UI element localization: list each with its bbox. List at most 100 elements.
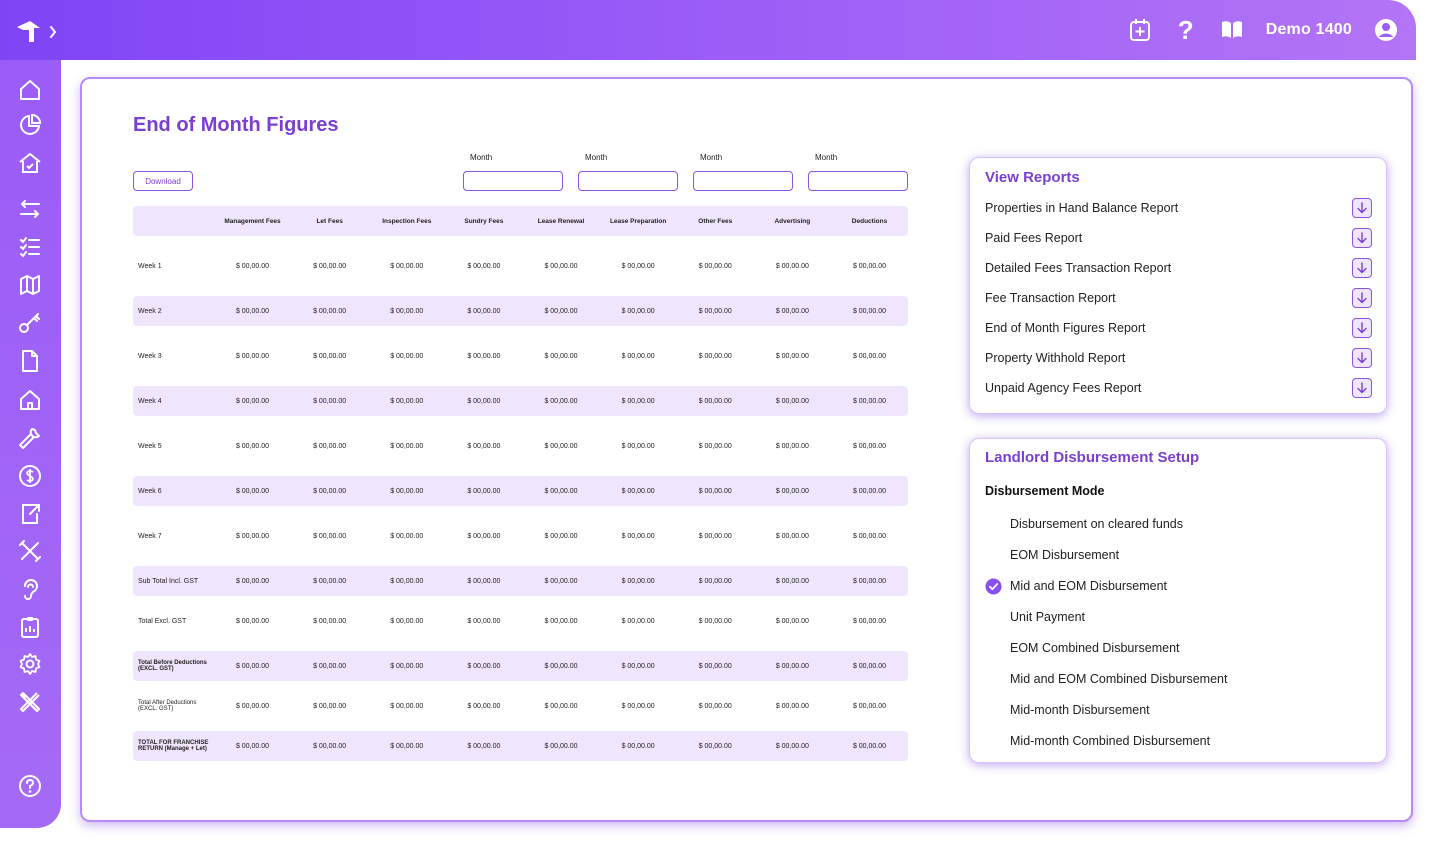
table-cell: $ 00,00.00: [390, 662, 424, 670]
house-icon[interactable]: [18, 388, 42, 412]
book-icon[interactable]: [1220, 18, 1244, 42]
disbursement-option[interactable]: Mid and EOM Combined Disbursement: [985, 670, 1227, 688]
table-cell: $ 00,00.00: [544, 397, 578, 405]
row-label: Week 7: [138, 532, 162, 540]
export-icon[interactable]: [18, 502, 42, 526]
disbursement-option[interactable]: Mid-month Combined Disbursement: [985, 732, 1210, 750]
disbursement-option[interactable]: EOM Disbursement: [985, 546, 1119, 564]
main-card: End of Month Figures Download Month Mont…: [80, 77, 1413, 822]
dollar-icon[interactable]: [18, 464, 42, 488]
user-name[interactable]: Demo 1400: [1266, 21, 1352, 39]
table-header-row: Management Fees Let Fees Inspection Fees Su…: [133, 206, 908, 236]
table-cell: $ 00,00.00: [621, 487, 655, 495]
wrench-icon[interactable]: [18, 426, 42, 450]
disbursement-option-label[interactable]: EOM Combined Disbursement: [1010, 641, 1180, 655]
report-label[interactable]: Paid Fees Report: [985, 231, 1082, 245]
table-cell: $ 00,00.00: [698, 307, 732, 315]
calendar-add-icon[interactable]: [1128, 18, 1152, 42]
help-icon[interactable]: ?: [1174, 17, 1198, 43]
disbursement-option-label[interactable]: EOM Disbursement: [1010, 548, 1119, 562]
table-cell: $ 00,00.00: [852, 702, 887, 710]
report-label[interactable]: End of Month Figures Report: [985, 321, 1146, 335]
pie-chart-icon[interactable]: [18, 113, 42, 137]
table-row: Week 7 $ 00,00.00 $ 00,00.00 $ 00,00.00 $ 00…: [133, 521, 908, 551]
column-header: Deductions: [851, 217, 888, 225]
report-label[interactable]: Fee Transaction Report: [985, 291, 1116, 305]
report-item[interactable]: Unpaid Agency Fees Report: [985, 378, 1372, 398]
unchecked-option-placeholder[interactable]: [985, 702, 1002, 719]
user-avatar-icon[interactable]: [1374, 18, 1398, 42]
unchecked-option-placeholder[interactable]: [985, 547, 1002, 564]
month-input-2[interactable]: [578, 171, 678, 191]
report-label[interactable]: Detailed Fees Transaction Report: [985, 261, 1171, 275]
unchecked-option-placeholder[interactable]: [985, 671, 1002, 688]
month-label: Month: [815, 153, 838, 162]
table-cell: $ 00,00.00: [235, 397, 270, 405]
table-cell: $ 00,00.00: [544, 742, 578, 750]
disbursement-option-label[interactable]: Mid-month Combined Disbursement: [1010, 734, 1210, 748]
document-icon[interactable]: [18, 349, 42, 373]
help-circle-icon[interactable]: [18, 774, 42, 798]
table-cell: $ 00,00.00: [775, 702, 809, 710]
month-input-1[interactable]: [463, 171, 563, 191]
download-arrow-icon[interactable]: [1352, 258, 1372, 278]
disbursement-option-label[interactable]: Mid-month Disbursement: [1010, 703, 1150, 717]
clipboard-icon[interactable]: [18, 615, 42, 639]
report-item[interactable]: End of Month Figures Report: [985, 318, 1372, 338]
download-button[interactable]: Download: [133, 171, 193, 191]
logo-icon[interactable]: [14, 18, 62, 46]
home-icon[interactable]: [18, 78, 42, 102]
download-arrow-icon[interactable]: [1352, 378, 1372, 398]
report-item[interactable]: Property Withhold Report: [985, 348, 1372, 368]
unchecked-option-placeholder[interactable]: [985, 609, 1002, 626]
disbursement-option[interactable]: Mid-month Disbursement: [985, 701, 1150, 719]
table-row: Week 2 $ 00,00.00 $ 00,00.00 $ 00,00.00 $ 00…: [133, 296, 908, 326]
month-input-4[interactable]: [808, 171, 908, 191]
maintenance-icon[interactable]: [18, 690, 42, 714]
disbursement-option[interactable]: Mid and EOM Disbursement: [985, 577, 1167, 595]
report-label[interactable]: Properties in Hand Balance Report: [985, 201, 1178, 215]
map-icon[interactable]: [18, 273, 42, 297]
report-label[interactable]: Property Withhold Report: [985, 351, 1125, 365]
table-cell: $ 00,00.00: [390, 742, 424, 750]
house-check-icon[interactable]: [18, 151, 42, 175]
report-item[interactable]: Paid Fees Report: [985, 228, 1372, 248]
unchecked-option-placeholder[interactable]: [985, 640, 1002, 657]
unchecked-option-placeholder[interactable]: [985, 733, 1002, 750]
table-cell: $ 00,00.00: [390, 262, 424, 270]
table-cell: $ 00,00.00: [698, 577, 732, 585]
tools-icon[interactable]: [18, 539, 42, 563]
download-arrow-icon[interactable]: [1352, 318, 1372, 338]
disbursement-option-label[interactable]: Disbursement on cleared funds: [1010, 517, 1183, 531]
download-arrow-icon[interactable]: [1352, 288, 1372, 308]
report-item[interactable]: Fee Transaction Report: [985, 288, 1372, 308]
download-arrow-icon[interactable]: [1352, 198, 1372, 218]
month-input-3[interactable]: [693, 171, 793, 191]
settings-icon[interactable]: [18, 652, 42, 676]
report-item[interactable]: Properties in Hand Balance Report: [985, 198, 1372, 218]
download-arrow-icon[interactable]: [1352, 228, 1372, 248]
table-cell: $ 00,00.00: [467, 262, 501, 270]
download-arrow-icon[interactable]: [1352, 348, 1372, 368]
table-cell: $ 00,00.00: [621, 577, 655, 585]
transfer-icon[interactable]: [18, 197, 42, 221]
table-cell: $ 00,00.00: [390, 442, 424, 450]
report-item[interactable]: Detailed Fees Transaction Report: [985, 258, 1372, 278]
table-cell: $ 00,00.00: [544, 617, 578, 625]
check-circle-icon[interactable]: [985, 578, 1002, 595]
disbursement-option-label[interactable]: Mid and EOM Combined Disbursement: [1010, 672, 1227, 686]
report-label[interactable]: Unpaid Agency Fees Report: [985, 381, 1141, 395]
disbursement-option[interactable]: Disbursement on cleared funds: [985, 515, 1183, 533]
disbursement-option-label[interactable]: Unit Payment: [1010, 610, 1085, 624]
disbursement-option[interactable]: EOM Combined Disbursement: [985, 639, 1180, 657]
hearing-icon[interactable]: [18, 577, 42, 601]
key-icon[interactable]: [18, 311, 42, 335]
table-cell: $ 00,00.00: [775, 662, 809, 670]
table-cell: $ 00,00.00: [313, 262, 347, 270]
disbursement-option-label[interactable]: Mid and EOM Disbursement: [1010, 579, 1167, 593]
unchecked-option-placeholder[interactable]: [985, 516, 1002, 533]
table-cell: $ 00,00.00: [852, 742, 887, 750]
checklist-icon[interactable]: [18, 235, 42, 259]
disbursement-option[interactable]: Unit Payment: [985, 608, 1085, 626]
table-cell: $ 00,00.00: [621, 442, 655, 450]
